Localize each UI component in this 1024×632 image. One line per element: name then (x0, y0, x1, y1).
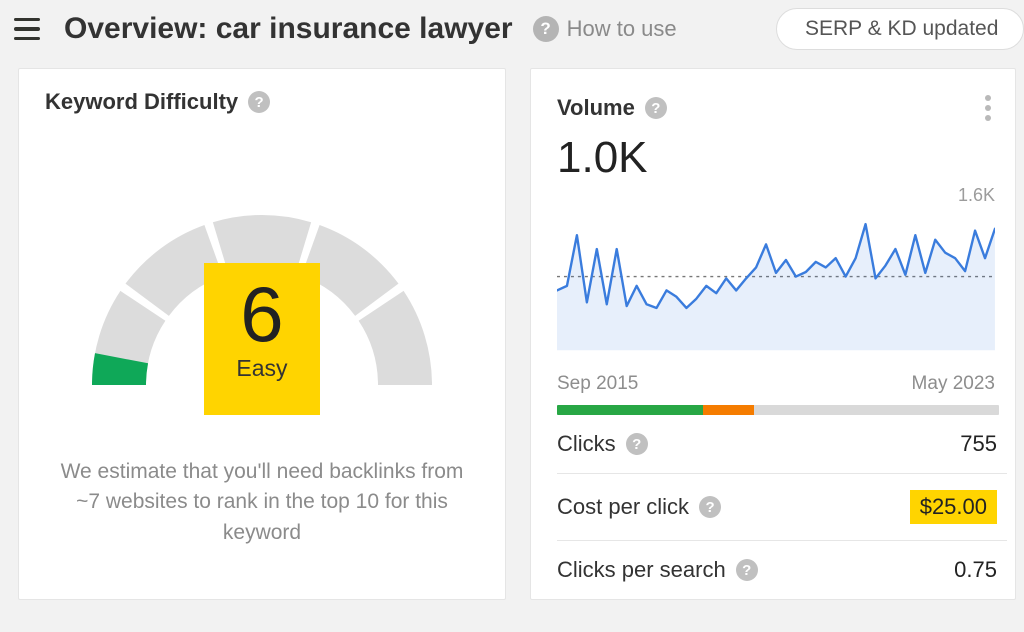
kd-score: 6 (240, 275, 283, 353)
clicks-row: Clicks ? 755 (557, 415, 1007, 474)
volume-value: 1.0K (557, 133, 1007, 183)
kd-card-title: Keyword Difficulty ? (45, 89, 479, 115)
chart-x-axis: Sep 2015 May 2023 (557, 373, 995, 395)
chart-x-end: May 2023 (912, 373, 995, 395)
chart-x-start: Sep 2015 (557, 373, 638, 395)
cps-row: Clicks per search ? 0.75 (557, 541, 1007, 583)
how-to-use-link[interactable]: ? How to use (533, 16, 677, 42)
help-icon[interactable]: ? (736, 559, 758, 581)
cps-value: 0.75 (954, 557, 997, 583)
menu-icon[interactable] (14, 14, 44, 44)
cpc-value: $25.00 (910, 490, 997, 524)
clicks-distribution-bar (557, 405, 999, 415)
volume-trend-chart: 1.6K (557, 189, 995, 369)
cpc-row: Cost per click ? $25.00 (557, 474, 1007, 541)
kd-badge: 6 Easy (204, 263, 320, 415)
kd-gauge: 6 Easy (62, 155, 462, 425)
volume-card-title: Volume ? (557, 95, 667, 121)
kd-description: We estimate that you'll need backlinks f… (45, 457, 479, 548)
help-icon[interactable]: ? (626, 433, 648, 455)
help-icon[interactable]: ? (645, 97, 667, 119)
page-title: Overview: car insurance lawyer (64, 12, 513, 46)
cps-label: Clicks per search (557, 557, 726, 583)
how-to-use-label: How to use (567, 16, 677, 42)
clicks-value: 755 (960, 431, 997, 457)
serp-kd-pill[interactable]: SERP & KD updated (776, 8, 1024, 50)
volume-card: Volume ? 1.0K 1.6K Sep 2015 May 2023 (530, 68, 1016, 600)
kd-label: Easy (236, 355, 287, 382)
kebab-menu-icon[interactable] (977, 89, 999, 127)
header-bar: Overview: car insurance lawyer ? How to … (0, 0, 1024, 68)
help-icon[interactable]: ? (699, 496, 721, 518)
help-icon: ? (533, 16, 559, 42)
clicks-label: Clicks (557, 431, 616, 457)
help-icon[interactable]: ? (248, 91, 270, 113)
keyword-difficulty-card: Keyword Difficulty ? 6 Easy We estimate … (18, 68, 506, 600)
cpc-label: Cost per click (557, 494, 689, 520)
